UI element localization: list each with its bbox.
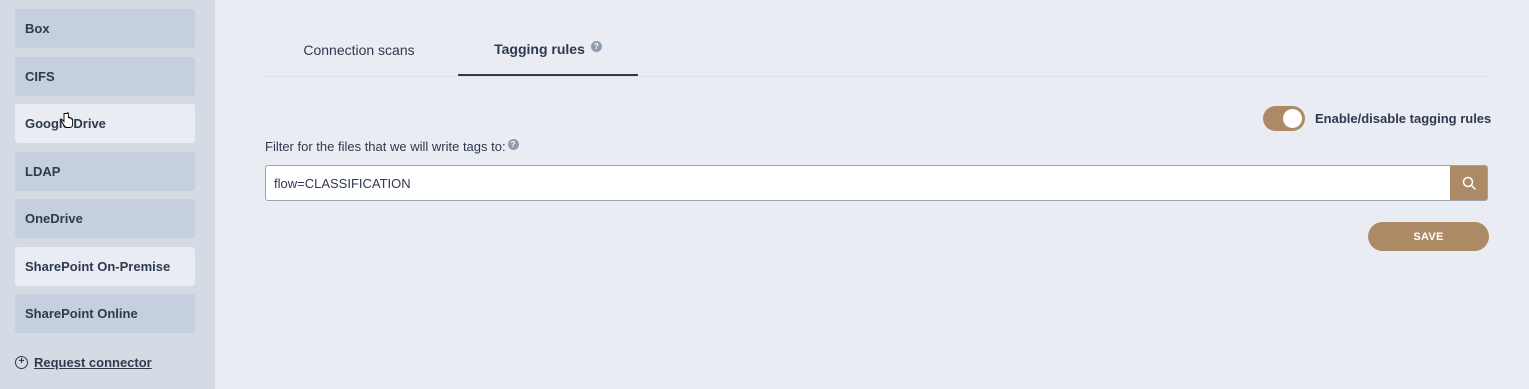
save-button[interactable]: SAVE — [1368, 222, 1489, 251]
filter-input[interactable] — [266, 166, 1450, 200]
sidebar-item-cifs[interactable]: CIFS — [15, 57, 195, 96]
tagging-rules-toggle[interactable] — [1263, 106, 1305, 131]
sidebar-item-google-drive[interactable]: Google Drive — [15, 104, 195, 143]
help-icon[interactable]: ? — [590, 40, 602, 52]
sidebar-item-ldap[interactable]: LDAP — [15, 152, 195, 191]
sidebar-item-label: SharePoint Online — [25, 306, 138, 321]
sidebar-item-label: OneDrive — [25, 211, 83, 226]
toggle-knob — [1283, 109, 1302, 128]
sidebar-item-sharepoint-on-premise[interactable]: SharePoint On-Premise — [15, 247, 195, 286]
sidebar: Box CIFS Google Drive LDAP OneDrive Shar… — [0, 0, 215, 389]
filter-field — [265, 165, 1488, 201]
sidebar-item-box[interactable]: Box — [15, 9, 195, 48]
sidebar-item-label: LDAP — [25, 164, 61, 179]
plus-circle-icon: + — [15, 355, 28, 369]
search-icon — [1462, 176, 1476, 190]
sidebar-item-label: CIFS — [25, 69, 55, 84]
sidebar-item-label: Box — [25, 21, 50, 36]
sidebar-item-sharepoint-online[interactable]: SharePoint Online — [15, 294, 195, 333]
tab-label: Tagging rules — [494, 41, 585, 57]
tab-tagging-rules[interactable]: Tagging rules ? — [458, 24, 638, 76]
search-button[interactable] — [1450, 166, 1487, 200]
tab-label: Connection scans — [303, 42, 415, 58]
filter-label: Filter for the files that we will write … — [265, 139, 519, 154]
tab-connection-scans[interactable]: Connection scans — [265, 24, 453, 76]
hand-cursor-icon — [60, 112, 74, 128]
help-icon[interactable]: ? — [507, 139, 519, 150]
sidebar-item-onedrive[interactable]: OneDrive — [15, 199, 195, 238]
request-connector-label: Request connector — [34, 354, 152, 370]
filter-label-text: Filter for the files that we will write … — [265, 139, 506, 154]
request-connector-link[interactable]: + Request connector — [15, 352, 152, 372]
sidebar-item-label: SharePoint On-Premise — [25, 259, 171, 274]
toggle-label: Enable/disable tagging rules — [1315, 111, 1492, 126]
tab-bar: Connection scans Tagging rules ? — [265, 24, 1488, 77]
